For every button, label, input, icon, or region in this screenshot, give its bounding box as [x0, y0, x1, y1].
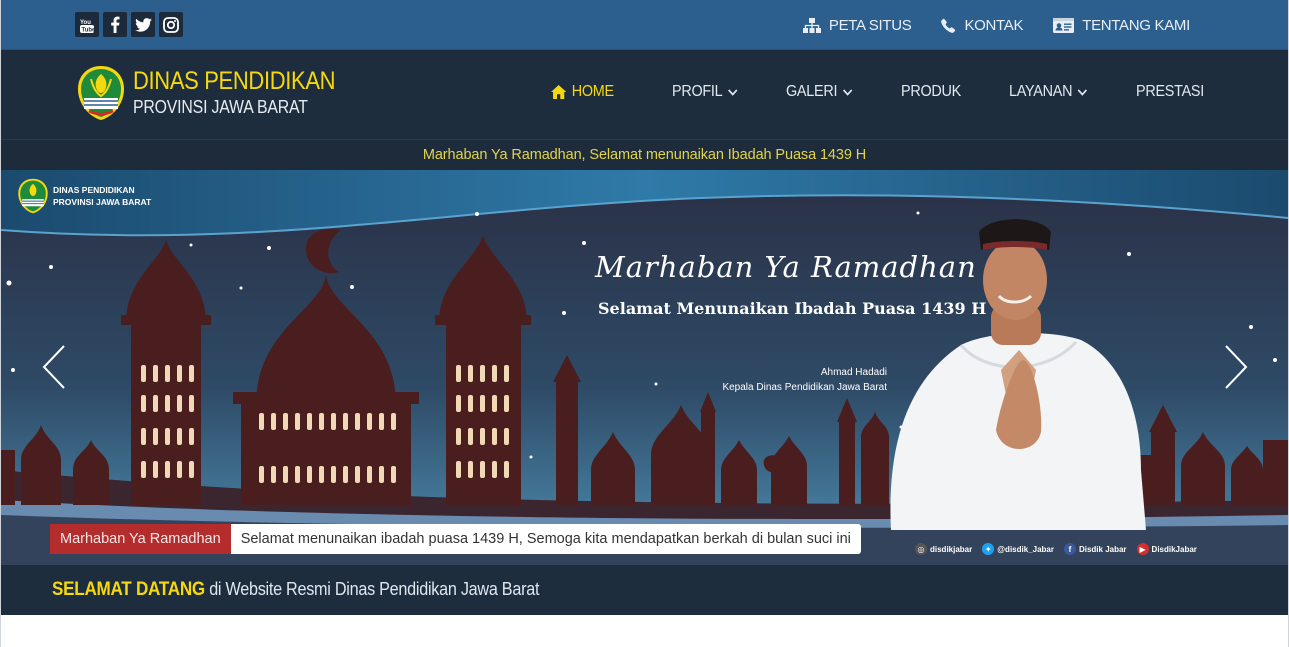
menu-home-label: HOME	[571, 83, 614, 100]
about-link[interactable]: TENTANG KAMI	[1053, 17, 1190, 34]
chevron-down-icon	[1077, 88, 1088, 96]
facebook-icon[interactable]	[103, 12, 127, 37]
menu-galeri-label: GALERI	[786, 83, 838, 100]
banner-person-title: Kepala Dinas Pendidikan Jawa Barat	[722, 382, 887, 393]
contact-link[interactable]: KONTAK	[941, 16, 1024, 34]
announcement-strip: Marhaban Ya Ramadhan, Selamat menunaikan…	[1, 139, 1288, 170]
menu-galeri[interactable]: GALERI	[786, 83, 853, 101]
twitter-icon[interactable]	[131, 12, 155, 37]
carousel-next-icon[interactable]	[1223, 344, 1249, 390]
menu-home[interactable]: HOME	[551, 83, 614, 101]
banner-subheading: Selamat Menunaikan Ibadah Puasa 1439 H	[598, 299, 987, 318]
ticker-text[interactable]: Selamat menunaikan ibadah puasa 1439 H, …	[230, 524, 861, 554]
twitter-icon: ✦	[982, 543, 995, 555]
sitemap-link[interactable]: PETA SITUS	[802, 16, 912, 34]
id-card-icon	[1053, 17, 1075, 33]
facebook-icon: f	[1063, 543, 1076, 555]
welcome-bar: SELAMAT DATANG di Website Resmi Dinas Pe…	[1, 565, 1288, 615]
banner-logo-line1: DINAS PENDIDIKAN	[53, 185, 135, 195]
welcome-bold: SELAMAT DATANG	[52, 579, 205, 600]
menu-prestasi-label: PRESTASI	[1136, 83, 1204, 100]
banner-logo-line2: PROVINSI JAWA BARAT	[53, 197, 152, 207]
home-icon	[551, 85, 567, 99]
banner-social-youtube-label: DisdikJabar	[1151, 544, 1197, 554]
svg-text:Tube: Tube	[82, 27, 96, 33]
west-java-emblem-icon	[18, 178, 48, 214]
menu-profil-label: PROFIL	[672, 83, 723, 100]
menu-produk[interactable]: PRODUK	[901, 83, 961, 101]
carousel-prev-icon[interactable]	[41, 344, 67, 390]
banner-social-facebook[interactable]: f Disdik Jabar	[1063, 543, 1127, 555]
welcome-rest: di Website Resmi Dinas Pendidikan Jawa B…	[204, 579, 540, 599]
banner-script-heading: Marhaban Ya Ramadhan	[595, 250, 977, 284]
banner-social-handles: ◎ disdikjabar ✦ @disdik_Jabar f Disdik J…	[915, 543, 1197, 555]
banner-person-name: Ahmad Hadadi	[820, 367, 887, 378]
ticker-label[interactable]: Marhaban Ya Ramadhan	[50, 524, 231, 554]
brand-title[interactable]: DINAS PENDIDIKAN	[133, 67, 336, 96]
banner-social-instagram[interactable]: ◎ disdikjabar	[915, 543, 972, 555]
contact-label: KONTAK	[964, 16, 1024, 34]
menu-produk-label: PRODUK	[901, 83, 961, 100]
brand-subtitle[interactable]: PROVINSI JAWA BARAT	[133, 97, 308, 118]
banner-logo: DINAS PENDIDIKAN PROVINSI JAWA BARAT	[17, 177, 151, 215]
top-bar: You Tube PETA SITUS KONTAK TENTANG KAMI	[1, 0, 1288, 50]
page: You Tube PETA SITUS KONTAK TENTANG KAMI …	[0, 0, 1289, 647]
banner-social-facebook-label: Disdik Jabar	[1078, 544, 1127, 554]
news-ticker: Marhaban Ya Ramadhan Selamat menunaikan …	[50, 524, 861, 554]
banner-social-twitter[interactable]: ✦ @disdik_Jabar	[982, 543, 1054, 555]
banner-social-twitter-label: @disdik_Jabar	[997, 544, 1054, 554]
banner-social-youtube[interactable]: ▶ DisdikJabar	[1136, 543, 1197, 555]
about-label: TENTANG KAMI	[1082, 16, 1190, 34]
menu-profil[interactable]: PROFIL	[672, 83, 738, 101]
menu-layanan[interactable]: LAYANAN	[1009, 83, 1088, 101]
sitemap-icon	[802, 17, 821, 33]
phone-icon	[941, 18, 956, 33]
ramadan-mosque-illustration	[1, 170, 1288, 565]
announcement-text: Marhaban Ya Ramadhan, Selamat menunaikan…	[422, 147, 867, 163]
instagram-icon[interactable]	[159, 12, 183, 37]
top-links: PETA SITUS KONTAK TENTANG KAMI	[802, 0, 1190, 50]
west-java-emblem-icon[interactable]	[76, 65, 126, 121]
menu-layanan-label: LAYANAN	[1009, 83, 1073, 100]
main-navbar: DINAS PENDIDIKAN PROVINSI JAWA BARAT HOM…	[1, 50, 1288, 139]
menu-prestasi[interactable]: PRESTASI	[1136, 83, 1204, 101]
hero-banner: DINAS PENDIDIKAN PROVINSI JAWA BARAT Mar…	[1, 170, 1288, 565]
chevron-down-icon	[842, 88, 853, 96]
youtube-icon: ▶	[1136, 543, 1149, 555]
sitemap-label: PETA SITUS	[828, 16, 912, 34]
chevron-down-icon	[728, 88, 738, 96]
welcome-text: SELAMAT DATANG di Website Resmi Dinas Pe…	[52, 579, 539, 601]
banner-social-instagram-label: disdikjabar	[930, 544, 973, 554]
social-links: You Tube	[75, 12, 183, 37]
instagram-icon: ◎	[915, 543, 927, 555]
youtube-icon[interactable]: You Tube	[75, 12, 99, 37]
